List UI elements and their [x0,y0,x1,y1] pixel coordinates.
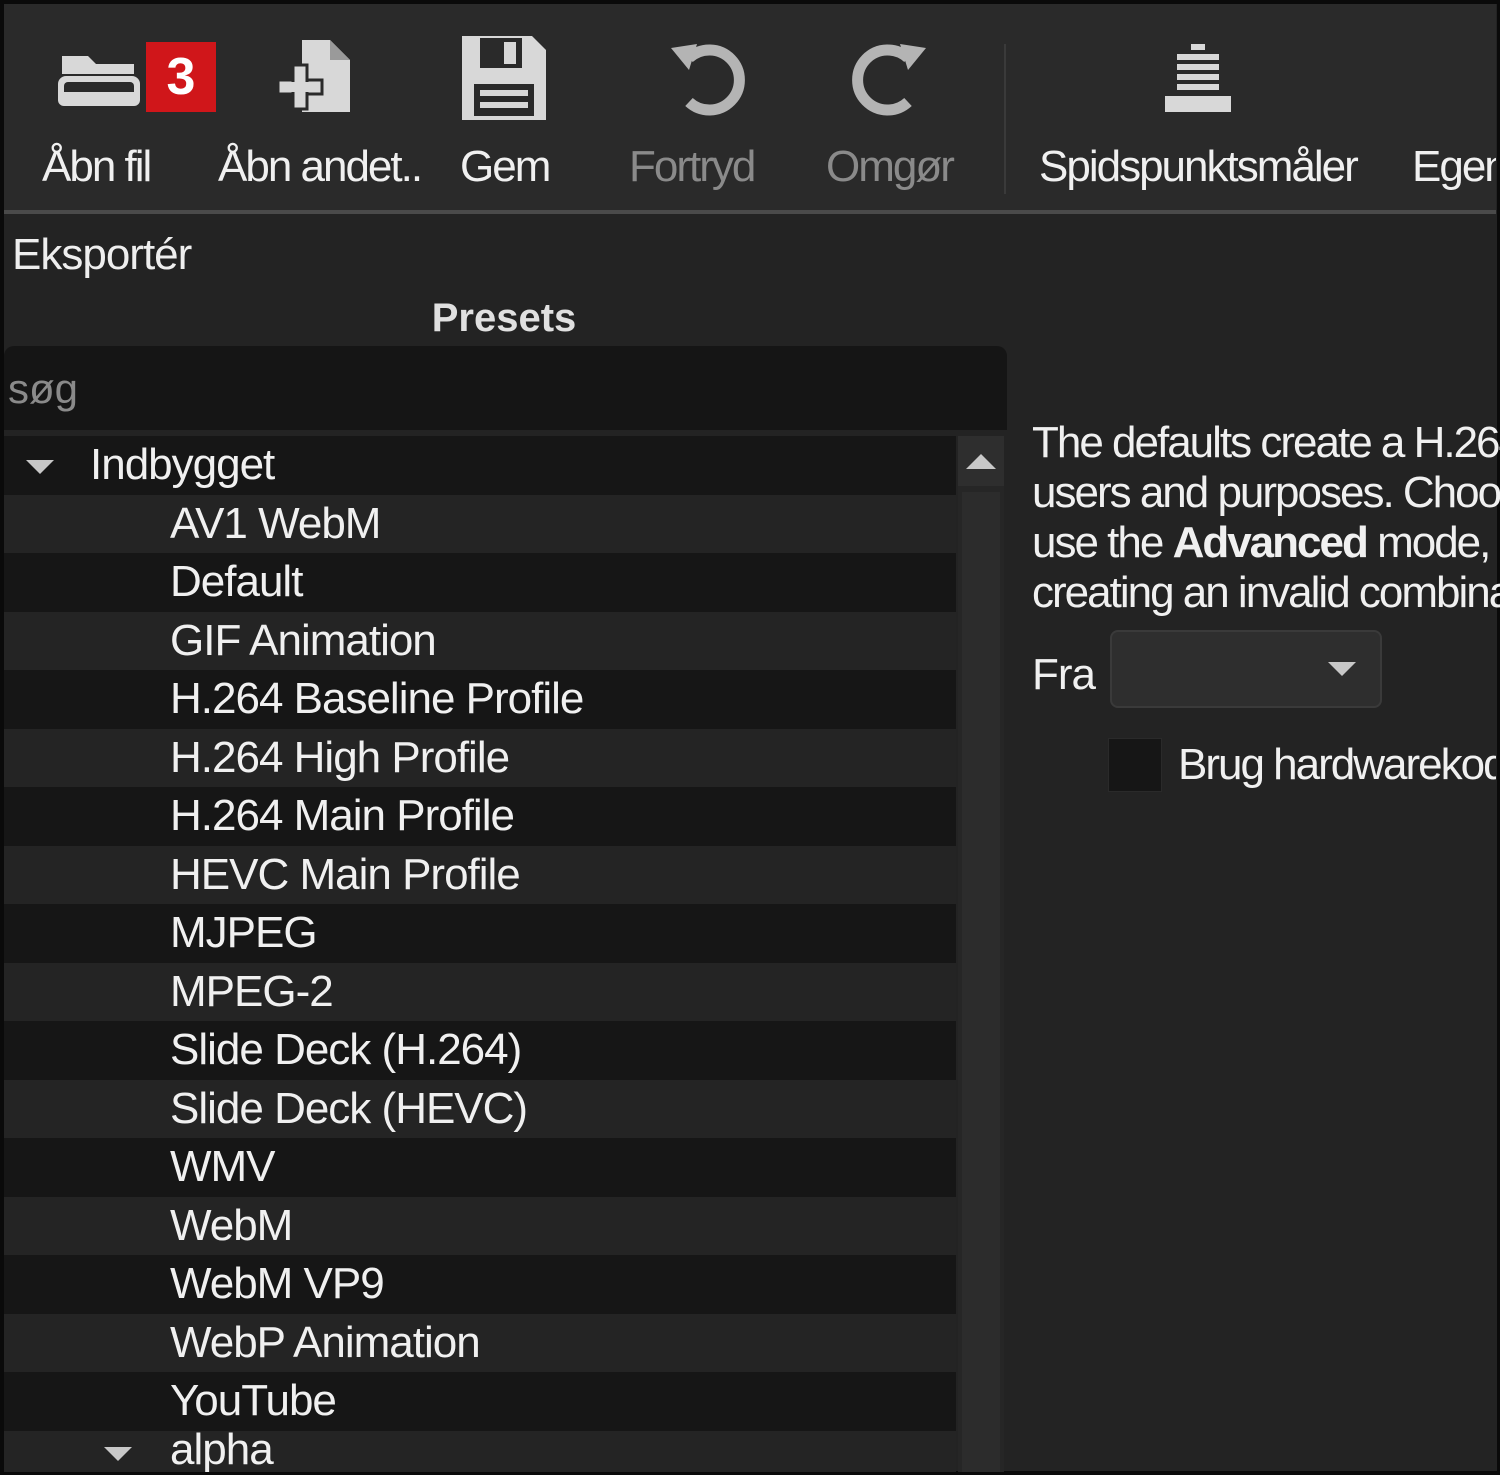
preset-item[interactable]: MJPEG [4,904,956,963]
preset-item[interactable]: YouTube [4,1372,956,1431]
preset-item-label: Default [170,557,303,606]
toolbar-separator [1004,44,1006,194]
from-dropdown[interactable] [1110,630,1382,708]
peak-meter-icon [1165,44,1231,112]
chevron-down-icon [1328,662,1356,676]
preset-item-label: MJPEG [170,908,318,957]
preset-item[interactable]: Default [4,553,956,612]
preset-item-label: H.264 High Profile [170,732,510,782]
preset-item-label: HEVC Main Profile [170,849,521,899]
export-panel-title: Eksportér [12,230,192,279]
description-line: The defaults create a H.264 [1032,418,1500,467]
preset-tree-scrollbar[interactable] [958,436,1004,1472]
preset-item[interactable]: Slide Deck (HEVC) [4,1079,956,1138]
scroll-track[interactable] [962,492,1000,1472]
preset-item[interactable]: H.264 High Profile [4,728,956,787]
tree-group-alpha[interactable]: alpha [4,1425,956,1472]
preset-item-label: H.264 Main Profile [170,791,515,840]
open-other-button[interactable]: Åbn andet.. [214,4,429,210]
description-text: use the [1032,518,1173,567]
preset-item[interactable]: WebM VP9 [4,1255,956,1314]
description-line: creating an invalid combination [1032,568,1500,617]
peak-meter-label: Spidspunktsmåler [1039,142,1359,191]
save-label: Gem [460,142,551,191]
description-line: use the Advanced mode, but beware of [1032,518,1500,568]
preset-search-box [4,346,1007,430]
preset-item-label: WebM [170,1200,293,1250]
export-description: The defaults create a H.264 users and pu… [1032,418,1500,618]
save-button[interactable]: Gem [444,4,574,210]
preset-item-label: WebP Animation [170,1317,481,1367]
main-toolbar: 3 Åbn fil Åbn andet.. Gem Fortryd Omgør … [4,4,1496,210]
preset-item-label: MPEG-2 [170,966,334,1016]
redo-label: Omgør [826,142,955,191]
from-label: Fra [1032,650,1096,699]
preset-item[interactable]: HEVC Main Profile [4,845,956,904]
preset-item[interactable]: MPEG-2 [4,962,956,1021]
recent-count-badge: 3 [146,42,216,112]
hardware-encoder-label: Brug hardwarekoder [1178,740,1496,789]
preset-search-input[interactable] [4,356,990,422]
peak-meter-button[interactable]: Spidspunktsmåler [1029,4,1369,210]
tree-group-label: alpha [170,1424,274,1473]
redo-button[interactable]: Omgør [814,4,979,210]
open-file-button[interactable]: 3 Åbn fil [34,4,219,210]
open-file-label: Åbn fil [42,142,152,191]
preset-item-label: WebM VP9 [170,1259,385,1308]
preset-item-label: Slide Deck (H.264) [170,1025,522,1074]
description-line: users and purposes. Choose a [1032,468,1500,517]
undo-label: Fortryd [629,142,756,191]
preset-item[interactable]: GIF Animation [4,611,956,670]
preset-item[interactable]: AV1 WebM [4,494,956,553]
preset-item[interactable]: WMV [4,1138,956,1197]
preset-item-label: WMV [170,1142,276,1191]
preset-item-label: H.264 Baseline Profile [170,674,584,723]
preset-item[interactable]: H.264 Baseline Profile [4,670,956,729]
properties-button[interactable]: Egenskaber [1404,4,1496,210]
preset-item[interactable]: WebM [4,1196,956,1255]
preset-item[interactable]: H.264 Main Profile [4,787,956,846]
expand-caret-icon[interactable] [104,1446,132,1461]
preset-item-label: Slide Deck (HEVC) [170,1083,528,1133]
preset-tree: Indbygget AV1 WebM Default GIF Animation… [4,436,956,1472]
folder-icon [58,56,140,106]
tree-group-label: Indbygget [90,440,275,489]
open-other-label: Åbn andet.. [218,142,423,191]
description-text: mode, but beware of [1377,518,1500,567]
preset-item-label: AV1 WebM [170,498,381,548]
redo-icon [852,44,926,116]
preset-item[interactable]: Slide Deck (H.264) [4,1021,956,1080]
properties-label: Egenskaber [1412,142,1496,191]
save-disk-icon [462,36,546,120]
scroll-up-arrow-icon[interactable] [958,436,1004,486]
expand-caret-icon[interactable] [26,460,54,474]
preset-item-label: GIF Animation [170,615,437,665]
tree-group-builtin[interactable]: Indbygget [4,436,956,495]
new-document-icon [276,40,350,112]
undo-icon [671,44,745,116]
advanced-mode-emphasis: Advanced [1172,518,1369,567]
toolbar-divider [4,210,1496,214]
undo-button[interactable]: Fortryd [619,4,794,210]
preset-item[interactable]: WebP Animation [4,1313,956,1372]
presets-header: Presets [431,296,577,340]
hardware-encoder-checkbox[interactable] [1108,738,1162,792]
